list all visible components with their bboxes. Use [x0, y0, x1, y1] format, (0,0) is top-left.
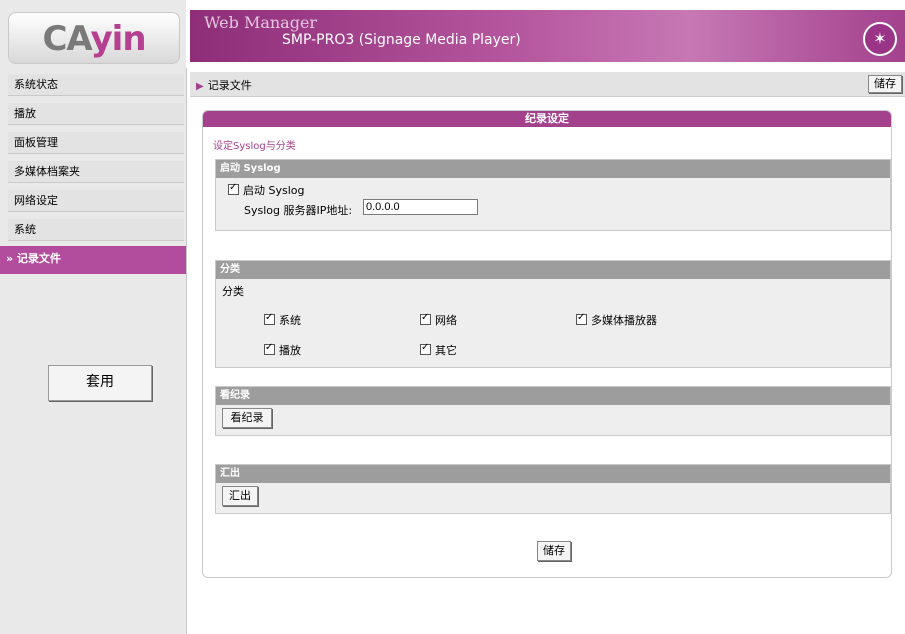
logo: CAyin: [8, 12, 180, 64]
category-system-checkbox[interactable]: [264, 312, 275, 325]
sidebar: 系统状态 播放 面板管理 多媒体档案夹 网络设定 系统 » 记录文件 套用: [0, 68, 187, 634]
breadcrumb-label: 记录文件: [207, 79, 252, 92]
category-network-label: 网络: [435, 314, 457, 327]
syslog-ip-input[interactable]: [363, 199, 478, 215]
view-log-button[interactable]: 看纪录: [222, 408, 272, 428]
enable-syslog-label: 启动 Syslog: [243, 184, 305, 197]
sidebar-item-system[interactable]: 系统: [8, 219, 184, 241]
device-model: SMP-PRO3 (Signage Media Player): [282, 32, 521, 48]
category-other-row: 其它: [420, 342, 457, 358]
category-play-row: 播放: [264, 342, 301, 358]
category-network-checkbox[interactable]: [420, 312, 431, 325]
syslog-section: 启动 Syslog 启动 Syslog Syslog 服务器IP地址:: [215, 159, 891, 231]
apply-button[interactable]: 套用: [48, 365, 152, 401]
wizard-icon[interactable]: ✶: [863, 22, 897, 56]
syslog-section-body: 启动 Syslog Syslog 服务器IP地址:: [216, 178, 890, 230]
view-log-section: 看纪录 看纪录: [215, 386, 891, 436]
logo-area: CAyin: [0, 0, 186, 68]
sidebar-item-system-status[interactable]: 系统状态: [8, 74, 184, 96]
enable-syslog-row: 启动 Syslog: [228, 182, 305, 198]
sidebar-item-log-file[interactable]: » 记录文件: [0, 246, 186, 274]
enable-syslog-checkbox[interactable]: [228, 182, 239, 195]
panel-subtitle: 设定Syslog与分类: [213, 141, 296, 152]
app-title: Web Manager: [204, 13, 318, 32]
syslog-section-header: 启动 Syslog: [216, 160, 890, 178]
export-section: 汇出 汇出: [215, 464, 891, 514]
view-log-section-header: 看纪录: [216, 387, 890, 405]
view-log-section-body: 看纪录: [216, 405, 890, 435]
category-other-checkbox[interactable]: [420, 342, 431, 355]
breadcrumb: ▶ 记录文件: [196, 77, 252, 93]
sidebar-item-media-folder[interactable]: 多媒体档案夹: [8, 161, 184, 183]
category-network-row: 网络: [420, 312, 457, 328]
log-settings-panel: 纪录设定 设定Syslog与分类 启动 Syslog 启动 Syslog Sys…: [202, 110, 892, 578]
sidebar-item-network[interactable]: 网络设定: [8, 190, 184, 212]
category-section-body: 分类 系统 网络 多媒体播放器 播放 其它: [216, 279, 890, 367]
category-media-player-checkbox[interactable]: [576, 312, 587, 325]
category-other-label: 其它: [435, 344, 457, 357]
breadcrumb-arrow-icon: ▶: [196, 81, 204, 92]
category-label: 分类: [222, 285, 244, 298]
export-section-body: 汇出: [216, 483, 890, 513]
panel-title: 纪录设定: [203, 111, 891, 127]
save-button-top[interactable]: 储存: [868, 75, 902, 93]
syslog-ip-label: Syslog 服务器IP地址:: [244, 204, 353, 217]
save-button-bottom[interactable]: 储存: [537, 541, 571, 561]
category-section-header: 分类: [216, 261, 890, 279]
category-media-player-label: 多媒体播放器: [591, 314, 657, 327]
category-media-player-row: 多媒体播放器: [576, 312, 657, 328]
export-section-header: 汇出: [216, 465, 890, 483]
sidebar-item-play[interactable]: 播放: [8, 103, 184, 125]
category-section: 分类 分类 系统 网络 多媒体播放器 播放 其它: [215, 260, 891, 368]
breadcrumb-bar: ▶ 记录文件 储存: [190, 72, 905, 97]
header-banner: Web Manager SMP-PRO3 (Signage Media Play…: [190, 10, 905, 62]
category-play-label: 播放: [279, 344, 301, 357]
sidebar-item-panel-management[interactable]: 面板管理: [8, 132, 184, 154]
category-system-label: 系统: [279, 314, 301, 327]
logo-text: CAyin: [42, 19, 146, 59]
category-play-checkbox[interactable]: [264, 342, 275, 355]
export-button[interactable]: 汇出: [222, 486, 258, 506]
category-system-row: 系统: [264, 312, 301, 328]
